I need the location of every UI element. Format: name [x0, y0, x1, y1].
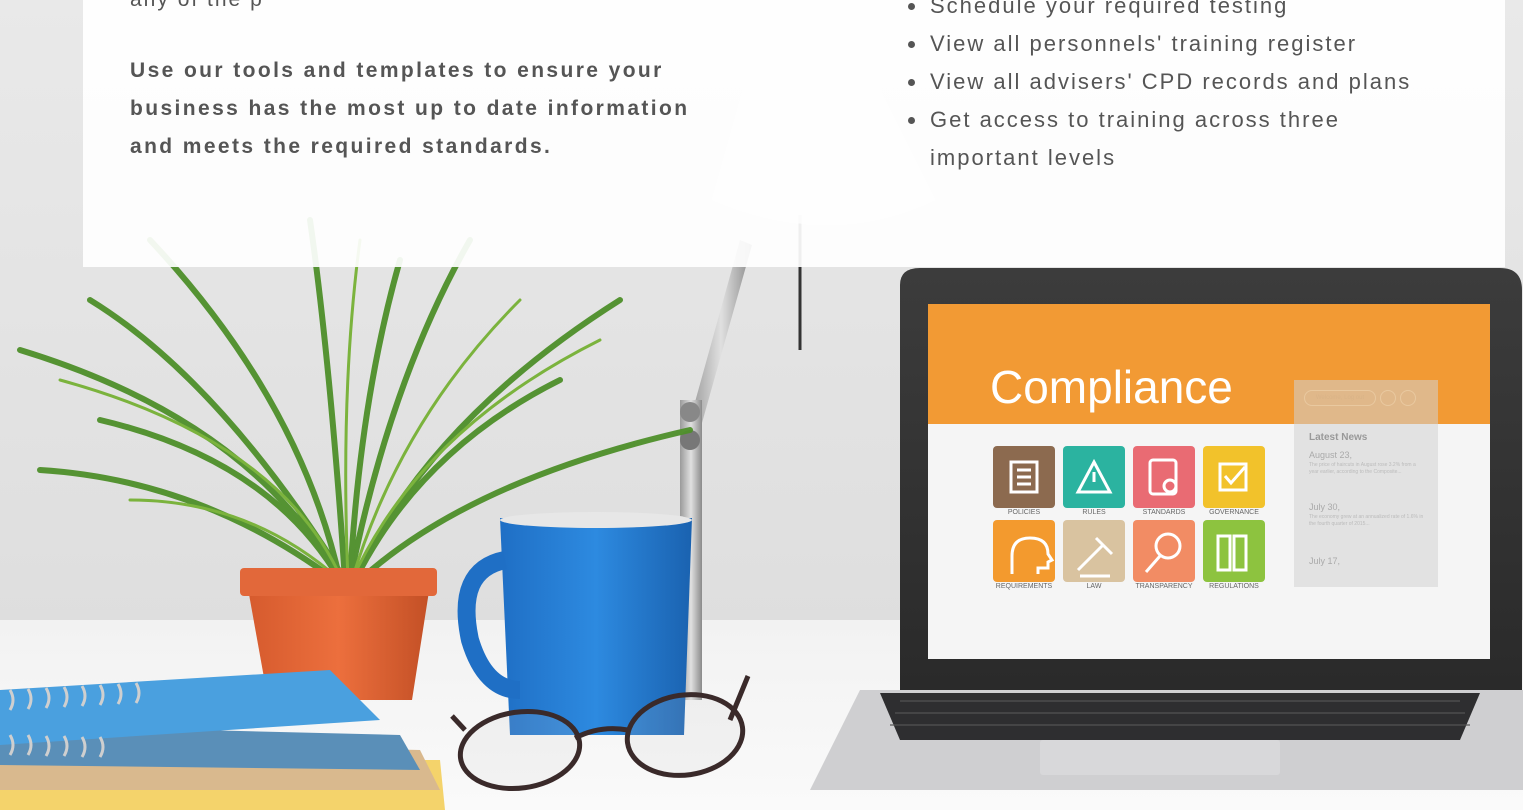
tile-label-rules: RULES: [1082, 509, 1106, 516]
lead-paragraph: Use our tools and templates to ensure yo…: [130, 59, 690, 158]
screen-title: Compliance: [990, 361, 1233, 413]
list-item: Get access to training across three impo…: [908, 101, 1378, 177]
list-item: Schedule your required testing: [908, 0, 1488, 25]
list-item: View all advisers' CPD records and plans: [908, 63, 1488, 101]
news-date: July 30,: [1309, 502, 1341, 512]
news-date: August 23,: [1309, 450, 1353, 460]
list-item: View all personnels' training register: [908, 25, 1488, 63]
bullet-icon: [908, 3, 915, 10]
tile-label-regulations: REGULATIONS: [1209, 583, 1259, 590]
bullet-icon: [908, 41, 915, 48]
tile-label-policies: POLICIES: [1007, 509, 1041, 516]
feature-text: View all advisers' CPD records and plans: [930, 69, 1412, 94]
news-heading: Latest News: [1309, 432, 1368, 443]
tile-label-standards: STANDARDS: [1142, 509, 1186, 516]
news-snippet: The price of haircuts in August rose 3.2…: [1309, 462, 1416, 475]
intro-text: any of the p: [130, 0, 264, 12]
content-card: any of the p Use our tools and templates…: [83, 0, 1505, 267]
account-pill: Welcome, Log out: [1304, 390, 1376, 406]
feature-text: Schedule your required testing: [930, 0, 1289, 18]
bullet-icon: [908, 79, 915, 86]
logout-icon: [1400, 390, 1416, 406]
news-panel: Welcome, Log out Latest News August 23, …: [1294, 380, 1438, 587]
tile-label-governance: GOVERNANCE: [1209, 509, 1259, 516]
bullet-icon: [908, 117, 915, 124]
news-date: July 17,: [1309, 556, 1341, 566]
home-icon: [1380, 390, 1396, 406]
news-snippet: The economy grew at an annualized rate o…: [1309, 514, 1424, 527]
tile-label-transparency: TRANSPARENCY: [1135, 583, 1193, 590]
feature-list: Schedule your required testing View all …: [908, 0, 1488, 177]
tile-label-law: LAW: [1086, 583, 1102, 590]
card-right-column: Schedule your required testing View all …: [908, 0, 1488, 177]
feature-text: View all personnels' training register: [930, 31, 1358, 56]
tile-label-requirements: REQUIREMENTS: [995, 583, 1053, 590]
feature-text: Get access to training across three impo…: [930, 107, 1340, 170]
